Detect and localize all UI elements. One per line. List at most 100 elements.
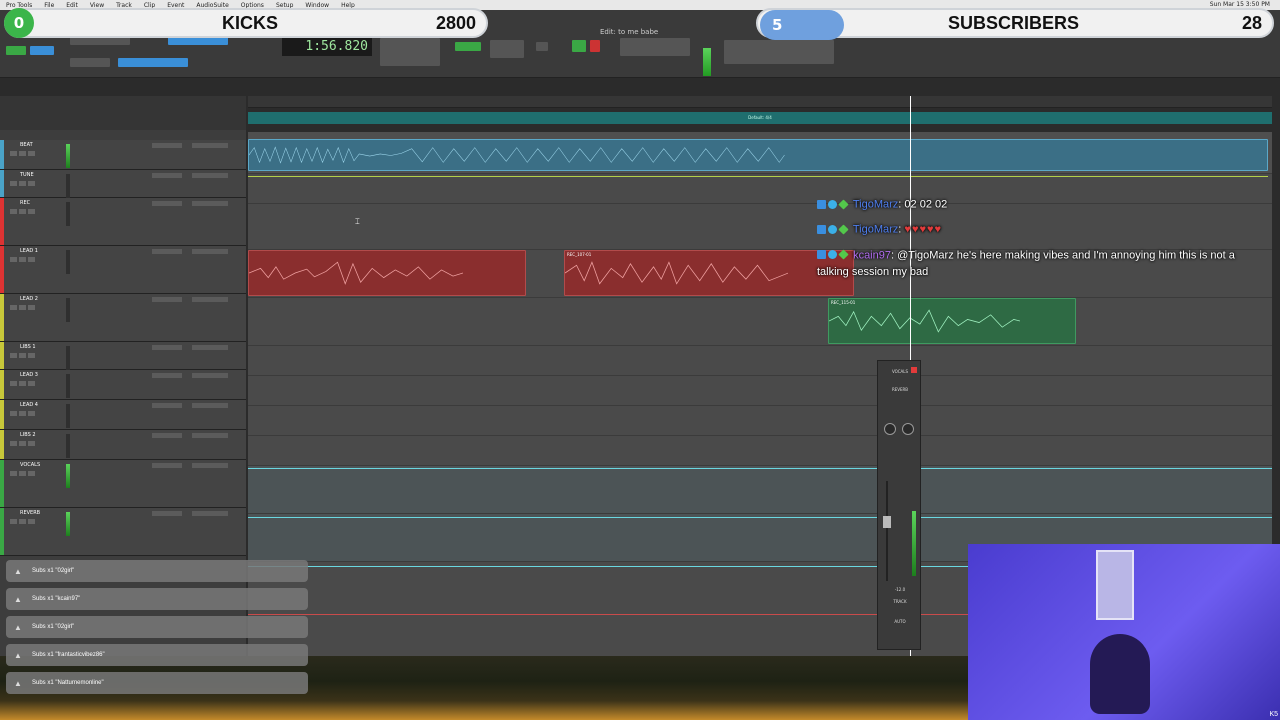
solo-button[interactable] [19,181,26,186]
lead-2-clip[interactable]: REC_115-01 [828,298,1076,344]
mute-button[interactable] [28,381,35,386]
lane-libs-1[interactable] [248,346,1272,376]
solo-button[interactable] [19,471,26,476]
solo-button[interactable] [19,411,26,416]
record-enable-button[interactable] [10,471,17,476]
solo-button[interactable] [19,257,26,262]
track-name[interactable]: LEAD 4 [20,402,38,408]
track-insert-slot[interactable] [152,173,182,178]
mute-button[interactable] [28,151,35,156]
track-name[interactable]: TUNE [20,172,34,178]
track-name[interactable]: LIBS 1 [20,344,36,350]
solo-button[interactable] [19,441,26,446]
track-output-selector[interactable] [192,297,228,302]
record-button[interactable] [590,40,600,52]
track-name[interactable]: LEAD 1 [20,248,38,254]
mute-button[interactable] [28,471,35,476]
track-buttons[interactable] [10,471,35,476]
pan-knob-left-icon[interactable] [884,423,896,435]
track-header[interactable]: LIBS 1 [0,342,246,370]
track-header[interactable]: REVERB [0,508,246,556]
grid-settings[interactable] [70,58,110,67]
mode-button-active[interactable] [30,46,54,55]
track-output-selector[interactable] [192,403,228,408]
lane-libs-2[interactable] [248,436,1272,466]
track-header[interactable]: VOCALS [0,460,246,508]
track-header[interactable]: BEAT [0,140,246,170]
record-enable-button[interactable] [10,441,17,446]
track-insert-slot[interactable] [152,297,182,302]
track-buttons[interactable] [10,305,35,310]
track-output-selector[interactable] [192,511,228,516]
record-enable-button[interactable] [10,519,17,524]
metronome-settings[interactable] [620,38,690,56]
mute-button[interactable] [28,257,35,262]
play-button[interactable] [572,40,586,52]
solo-button[interactable] [19,353,26,358]
record-enable-button[interactable] [10,411,17,416]
track-header[interactable]: REC [0,198,246,246]
record-enable-button[interactable] [10,305,17,310]
track-insert-slot[interactable] [152,463,182,468]
track-output-selector[interactable] [192,373,228,378]
solo-button[interactable] [19,381,26,386]
track-header[interactable]: LEAD 4 [0,400,246,430]
mode-button[interactable] [6,46,26,55]
track-insert-slot[interactable] [152,143,182,148]
solo-button[interactable] [19,151,26,156]
track-insert-slot[interactable] [152,403,182,408]
track-buttons[interactable] [10,257,35,262]
track-name[interactable]: LEAD 3 [20,372,38,378]
track-name[interactable]: VOCALS [20,462,40,468]
solo-button[interactable] [19,209,26,214]
track-output-selector[interactable] [192,173,228,178]
nudge-settings[interactable] [118,58,188,67]
record-enable-button[interactable] [10,151,17,156]
tempo-display[interactable] [490,40,524,58]
track-header[interactable]: TUNE [0,170,246,198]
timeline-ruler[interactable] [248,96,1272,108]
track-output-selector[interactable] [192,201,228,206]
lane-lead-3[interactable] [248,376,1272,406]
track-buttons[interactable] [10,411,35,416]
track-buttons[interactable] [10,209,35,214]
track-name[interactable]: LIBS 2 [20,432,36,438]
track-buttons[interactable] [10,381,35,386]
track-header[interactable]: LEAD 1 [0,246,246,294]
beat-clip[interactable] [248,139,1268,171]
mute-button[interactable] [28,441,35,446]
track-insert-slot[interactable] [152,345,182,350]
record-enable-button[interactable] [10,353,17,358]
track-insert-slot[interactable] [152,249,182,254]
mute-button[interactable] [28,353,35,358]
strip-volume[interactable]: -12.0 [878,587,922,592]
lane-lead-2[interactable] [248,298,1272,346]
track-output-selector[interactable] [192,433,228,438]
record-enable-button[interactable] [10,209,17,214]
track-name[interactable]: REC [20,200,30,206]
track-buttons[interactable] [10,151,35,156]
track-header[interactable]: LIBS 2 [0,430,246,460]
mute-button[interactable] [28,209,35,214]
track-insert-slot[interactable] [152,511,182,516]
main-counter[interactable]: 1:56.820 [282,38,372,56]
meter-marker-ruler[interactable]: Default: 4/4 [248,112,1272,124]
track-insert-slot[interactable] [152,433,182,438]
mute-button[interactable] [28,519,35,524]
rec-clip-2[interactable]: REC_107-01 [564,250,854,296]
track-name[interactable]: BEAT [20,142,33,148]
lane-lead-4[interactable] [248,406,1272,436]
strip-auto-mode[interactable]: AUTO [878,619,922,624]
mute-button[interactable] [28,305,35,310]
pan-knob-right-icon[interactable] [902,423,914,435]
solo-button[interactable] [19,305,26,310]
track-header[interactable]: LEAD 2 [0,294,246,342]
track-output-selector[interactable] [192,249,228,254]
track-header[interactable]: LEAD 3 [0,370,246,400]
track-output-selector[interactable] [192,345,228,350]
track-insert-slot[interactable] [152,201,182,206]
track-insert-slot[interactable] [152,373,182,378]
track-output-selector[interactable] [192,143,228,148]
record-enable-button[interactable] [10,381,17,386]
track-buttons[interactable] [10,353,35,358]
